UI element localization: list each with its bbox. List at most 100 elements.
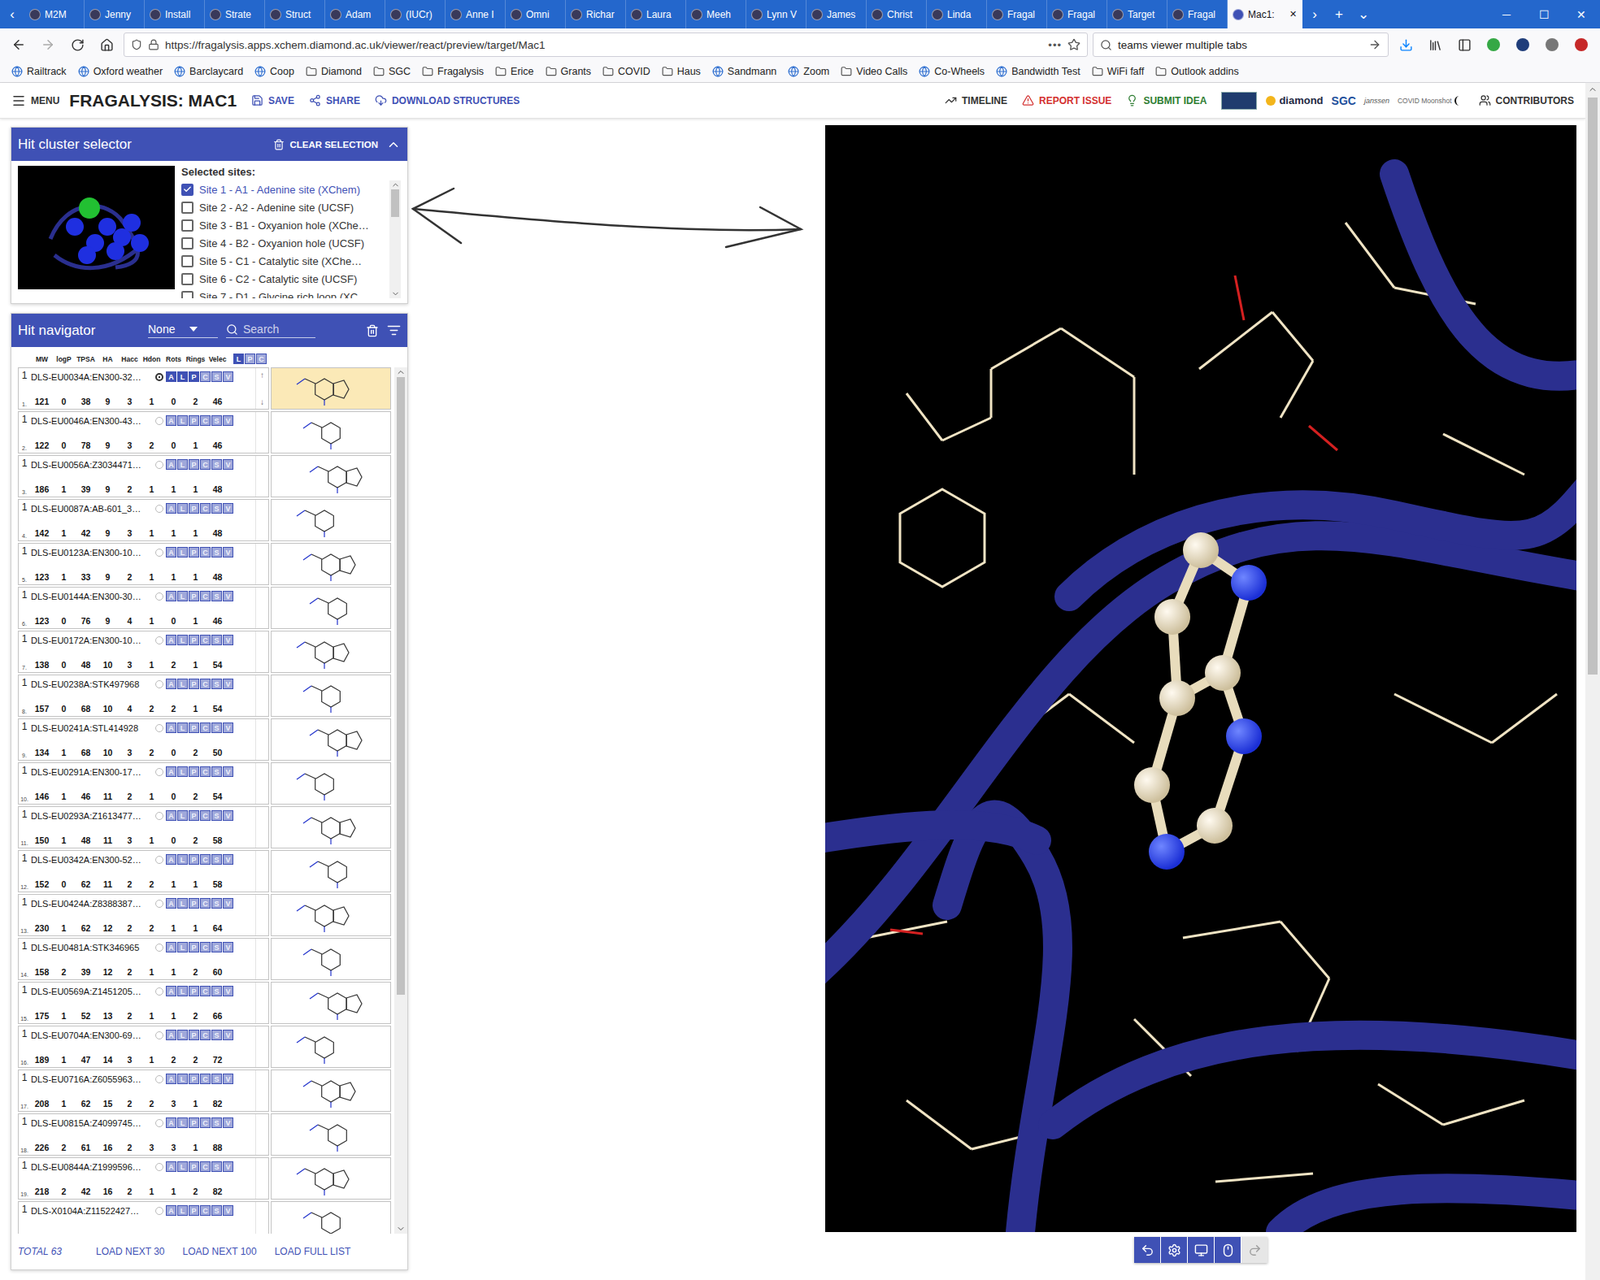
view-toggle[interactable]: S [211,1073,222,1085]
view-toggle[interactable]: P [188,854,200,866]
site-item[interactable]: Site 6 - C2 - Catalytic site (UCSF) [181,269,390,288]
bookmark[interactable]: Video Calls [840,65,908,78]
view-toggle[interactable]: V [222,722,234,734]
view-toggle[interactable]: A [165,591,177,602]
header-action[interactable]: SAVE [251,94,295,107]
viewer-control-button[interactable] [1160,1237,1187,1264]
center-on-icon[interactable] [155,680,164,689]
view-toggle[interactable]: C [200,766,211,778]
search-field[interactable]: teams viewer multiple tabs [1092,32,1389,57]
page-actions[interactable]: ••• [1047,39,1062,52]
column-toggle[interactable]: C [256,353,267,365]
scroll-down-icon[interactable] [391,289,400,299]
hit-row[interactable]: 17.DLS-EU0172A:EN300-10…ALPCSV1380481031… [17,630,392,675]
view-toggle[interactable]: A [165,547,177,558]
hit-row[interactable]: 110.DLS-EU0291A:EN300-17…ALPCSV146146112… [17,762,392,807]
view-toggle[interactable]: C [200,942,211,953]
hit-row[interactable]: 117.DLS-EU0716A:Z6055963…ALPCSV208162152… [17,1069,392,1114]
structure-viewer[interactable] [825,125,1577,1233]
view-toggle[interactable]: L [177,1117,188,1129]
view-toggle[interactable]: S [211,591,222,602]
tab-close[interactable]: ✕ [1289,8,1297,20]
view-toggle[interactable]: S [211,854,222,866]
bookmark[interactable]: Sandmann [712,65,777,78]
view-toggle[interactable]: C [200,678,211,690]
browser-tab[interactable]: Fragal [1167,0,1228,29]
reload-button[interactable] [65,32,90,57]
view-toggle[interactable]: A [165,1161,177,1173]
view-toggle[interactable]: C [200,986,211,997]
molecule-thumbnail[interactable] [270,455,392,498]
view-toggle[interactable]: A [165,634,177,646]
molecule-thumbnail[interactable] [270,982,392,1025]
view-toggle[interactable]: V [222,854,234,866]
browser-tab[interactable]: Strate [204,0,266,29]
hit-row[interactable]: 116.DLS-EU0704A:EN300-69…ALPCSV189147143… [17,1026,392,1070]
view-toggle[interactable]: C [200,1030,211,1041]
view-toggle[interactable]: L [177,766,188,778]
view-toggle[interactable]: P [188,371,200,383]
collapse-icon[interactable] [386,137,401,153]
view-toggle[interactable]: C [200,1161,211,1173]
center-on-icon[interactable] [155,636,164,645]
header-action[interactable]: SHARE [308,94,361,107]
view-toggle[interactable]: C [200,547,211,558]
viewer-control-button[interactable] [1241,1237,1268,1264]
view-toggle[interactable]: V [222,1161,234,1173]
browser-tab[interactable]: Anne I [445,0,506,29]
hit-row[interactable]: 18.DLS-EU0238A:STK497968ALPCSV1570681042… [17,674,392,719]
view-toggle[interactable]: V [222,942,234,953]
page-scrollbar[interactable] [1585,82,1600,1280]
center-on-icon[interactable] [155,417,164,426]
view-toggle[interactable]: C [200,1205,211,1217]
view-toggle[interactable]: L [177,547,188,558]
browser-tab[interactable]: Linda [926,0,987,29]
view-toggle[interactable]: P [188,1161,200,1173]
hit-row[interactable]: 14.DLS-EU0087A:AB-601_3…ALPCSV1421429311… [17,499,392,544]
hit-row[interactable]: 13.DLS-EU0056A:Z3034471…ALPCSV1861399211… [17,455,392,500]
molecule-thumbnail[interactable] [270,630,392,674]
view-toggle[interactable]: L [177,503,188,514]
molecule-thumbnail[interactable] [270,1026,392,1069]
view-toggle[interactable]: C [200,854,211,866]
molecule-thumbnail[interactable] [270,850,392,893]
scroll-up-icon[interactable] [395,367,406,378]
view-toggle[interactable]: L [177,986,188,997]
extension-button[interactable] [1481,32,1506,57]
view-toggle[interactable]: V [222,503,234,514]
view-toggle[interactable]: L [177,898,188,909]
browser-tab[interactable]: Omni [505,0,566,29]
view-toggle[interactable]: L [177,1161,188,1173]
view-toggle[interactable]: C [200,722,211,734]
view-toggle[interactable]: P [188,942,200,953]
clear-selection-button[interactable]: CLEAR SELECTION [273,139,379,151]
view-toggle[interactable]: P [188,986,200,997]
hit-row[interactable]: 118.DLS-EU0815A:Z4099745…ALPCSV226261162… [17,1113,392,1158]
view-toggle[interactable]: P [188,1073,200,1085]
view-toggle[interactable]: P [188,678,200,690]
view-toggle[interactable]: P [188,591,200,602]
view-toggle[interactable]: S [211,678,222,690]
bookmark[interactable]: Barclaycard [173,65,244,78]
view-toggle[interactable]: A [165,1073,177,1085]
view-toggle[interactable]: L [177,1030,188,1041]
bookmark[interactable]: Railtrack [11,65,67,78]
view-toggle[interactable]: P [188,547,200,558]
view-toggle[interactable]: L [177,1205,188,1217]
view-toggle[interactable]: S [211,1205,222,1217]
browser-tab[interactable]: M2M [24,0,85,29]
view-toggle[interactable]: A [165,766,177,778]
view-toggle[interactable]: P [188,1030,200,1041]
browser-tab[interactable]: Mac1:✕ [1227,0,1303,29]
hit-row[interactable]: 15.DLS-EU0123A:EN300-10…ALPCSV1231339211… [17,543,392,587]
view-toggle[interactable]: V [222,547,234,558]
hit-row[interactable]: 115.DLS-EU0569A:Z1451205…ALPCSV175152132… [17,982,392,1027]
column-toggle[interactable]: L [233,353,244,365]
bookmark-star-icon[interactable] [1067,38,1081,52]
hit-row[interactable]: 12.DLS-EU0046A:EN300-43…ALPCSV1220789320… [17,411,392,456]
clear-filter-icon[interactable] [365,324,379,338]
molecule-thumbnail[interactable] [270,586,392,630]
view-toggle[interactable]: S [211,503,222,514]
browser-tab[interactable]: James [806,0,867,29]
hit-row[interactable]: 119.DLS-EU0844A:Z1999596…ALPCSV218242162… [17,1157,392,1202]
